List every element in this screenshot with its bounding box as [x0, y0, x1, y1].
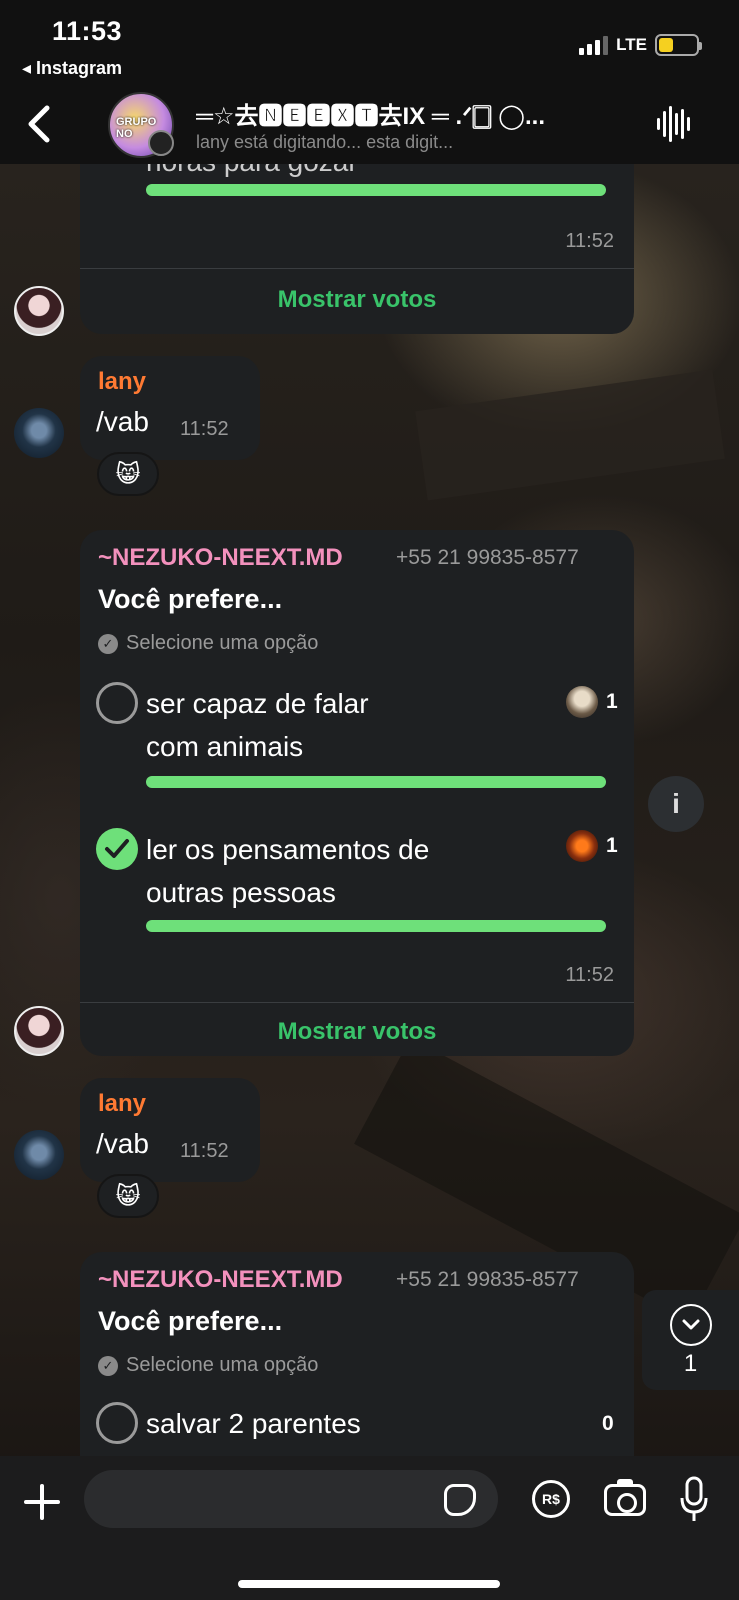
sync-icon [148, 130, 174, 156]
info-icon: i [672, 788, 680, 819]
poll-option-radio[interactable] [96, 1402, 138, 1444]
poll-message: horas para gozar 11:52 Mostrar votos [80, 164, 634, 334]
chevron-down-icon [682, 1319, 700, 1330]
reaction-badge[interactable]: 😸 [97, 452, 159, 496]
vote-count: 1 [606, 690, 618, 713]
sender-phone: +55 21 99835-8577 [396, 1268, 579, 1291]
battery-icon [655, 34, 702, 56]
sender-phone: +55 21 99835-8577 [396, 546, 579, 569]
sender-name[interactable]: lany [98, 1090, 146, 1118]
poll-option-text[interactable]: com animais [146, 725, 303, 768]
vote-count: 1 [606, 834, 618, 857]
status-indicators: LTE [579, 34, 702, 56]
status-time: 11:53 [52, 16, 123, 46]
avatar[interactable] [14, 408, 64, 458]
poll-option-text[interactable]: ser capaz de falar [146, 682, 369, 725]
poll-option-bar [146, 776, 606, 788]
check-icon: ✓ [98, 1355, 118, 1376]
avatar[interactable] [14, 1130, 64, 1180]
checkmark-icon [105, 839, 129, 858]
home-indicator[interactable] [238, 1580, 500, 1588]
microphone-icon [680, 1476, 708, 1521]
poll-option-bar [146, 184, 606, 196]
poll-hint: ✓ Selecione uma opção [98, 632, 318, 655]
poll-option-text: horas para gozar [146, 164, 358, 183]
vote-count: 0 [602, 1412, 614, 1435]
message-text: /vab [96, 406, 149, 437]
poll-option-bar [146, 920, 606, 932]
message-time: 11:52 [180, 418, 229, 440]
reaction-badge[interactable]: 😸 [97, 1174, 159, 1218]
attach-button[interactable] [22, 1482, 62, 1522]
info-button[interactable]: i [648, 776, 704, 832]
poll-message: ~NEZUKO-NEEXT.MD +55 21 99835-8577 Você … [80, 530, 634, 1056]
show-votes-button[interactable]: Mostrar votos [80, 1018, 634, 1046]
poll-option-radio[interactable] [96, 682, 138, 724]
show-votes-button[interactable]: Mostrar votos [80, 286, 634, 314]
back-button[interactable] [18, 102, 58, 146]
check-icon: ✓ [98, 633, 118, 654]
voice-wave-icon [656, 118, 660, 130]
avatar[interactable] [14, 1006, 64, 1056]
avatar[interactable] [14, 286, 64, 336]
pix-button[interactable]: R$ [532, 1480, 570, 1518]
pix-icon: R$ [542, 1491, 560, 1507]
typing-status: lany está digitando... esta digit... [196, 132, 454, 152]
signal-icon [579, 35, 609, 55]
message-time: 11:52 [180, 1140, 229, 1162]
poll-option-text[interactable]: ler os pensamentos de [146, 828, 429, 871]
voice-chat-button[interactable] [653, 104, 693, 144]
status-bar: 11:53 ◂ Instagram LTE [0, 0, 739, 88]
message-composer: R$ [0, 1456, 739, 1600]
text-message: lany /vab 11:52 [80, 356, 260, 460]
poll-hint: ✓ Selecione uma opção [98, 1354, 318, 1377]
message-input[interactable] [84, 1470, 498, 1528]
scroll-down-button[interactable]: 1 [642, 1290, 739, 1390]
back-to-app-link[interactable]: ◂ Instagram [22, 58, 122, 79]
network-label: LTE [616, 35, 647, 54]
sender-name[interactable]: ~NEZUKO-NEEXT.MD [98, 544, 343, 572]
chat-header: GRUPO NO ═☆去🅽🅴🅴🆇🆃去IX ═ .ᐟ🀆 ◯... lany est… [0, 88, 739, 164]
poll-question: Você prefere... [98, 584, 283, 614]
voter-avatar [566, 686, 598, 718]
unread-count: 1 [683, 1350, 698, 1377]
message-time: 11:52 [565, 964, 614, 986]
sender-name[interactable]: lany [98, 368, 146, 396]
poll-option-text[interactable]: salvar 2 parentes [146, 1402, 361, 1445]
camera-button[interactable] [604, 1479, 646, 1516]
chat-area[interactable]: horas para gozar 11:52 Mostrar votos lan… [0, 164, 739, 1456]
microphone-button[interactable] [680, 1476, 708, 1524]
poll-option-text[interactable]: outras pessoas [146, 871, 336, 914]
poll-question: Você prefere... [98, 1306, 283, 1336]
message-time: 11:52 [565, 230, 614, 252]
group-title[interactable]: ═☆去🅽🅴🅴🆇🆃去IX ═ .ᐟ🀆 ◯... [196, 96, 616, 131]
poll-option-radio[interactable] [96, 828, 138, 870]
sender-name[interactable]: ~NEZUKO-NEEXT.MD [98, 1266, 343, 1294]
voter-avatar [566, 830, 598, 862]
text-message: lany /vab 11:52 [80, 1078, 260, 1182]
message-text: /vab [96, 1128, 149, 1159]
back-chevron-icon [28, 105, 50, 143]
poll-message: ~NEZUKO-NEEXT.MD +55 21 99835-8577 Você … [80, 1252, 634, 1456]
